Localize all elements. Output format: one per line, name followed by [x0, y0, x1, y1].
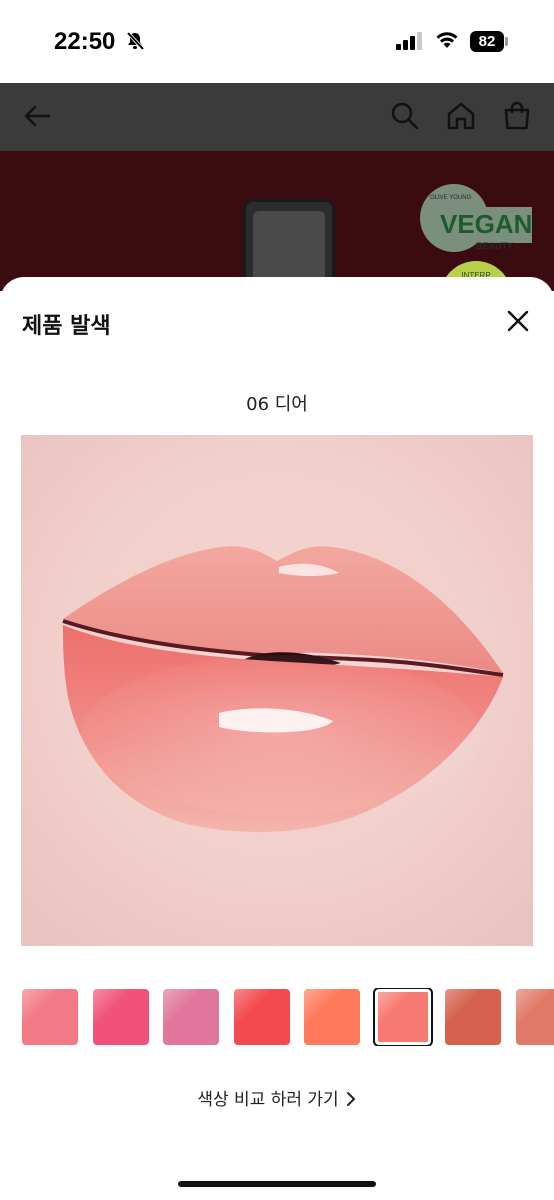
home-indicator [178, 1181, 376, 1187]
color-swatch[interactable] [304, 989, 360, 1045]
back-arrow-icon[interactable] [22, 101, 52, 131]
product-banner: VEGAN BEAUTY OLIVE YOUNG INTERP [0, 151, 554, 291]
swatch-shine [445, 989, 501, 1045]
wifi-icon [436, 32, 458, 48]
swatch-shine [304, 989, 360, 1045]
shade-name: 06 디어 [246, 394, 308, 415]
color-swatch[interactable] [22, 989, 78, 1045]
color-swatch[interactable] [92, 989, 149, 1045]
status-bar: 22:50 82 [0, 0, 554, 83]
close-icon[interactable] [500, 303, 536, 339]
compare-link-label: 색상 비교 하러 가기 [197, 1090, 339, 1110]
battery-indicator: 82 [470, 31, 504, 52]
bell-slash-icon [126, 31, 145, 51]
swatch-shine [163, 989, 219, 1045]
app-header [0, 83, 554, 151]
swatch-shine [233, 989, 290, 1045]
lip-swatch-image [21, 435, 533, 946]
sheet-title: 제품 발색 [22, 314, 111, 339]
vegan-badge-icon: VEGAN BEAUTY OLIVE YOUNG [420, 184, 532, 252]
svg-text:BEAUTY: BEAUTY [476, 241, 513, 251]
home-icon[interactable] [446, 101, 476, 131]
search-icon[interactable] [390, 101, 420, 131]
color-swatch[interactable] [515, 989, 554, 1045]
signal-icon [396, 32, 422, 50]
svg-text:VEGAN: VEGAN [440, 209, 532, 239]
svg-text:OLIVE YOUNG: OLIVE YOUNG [430, 195, 472, 201]
swatch-shine [22, 989, 78, 1045]
status-time: 22:50 [54, 28, 116, 55]
color-swatch[interactable] [445, 989, 501, 1045]
color-swatch[interactable] [233, 989, 290, 1045]
chevron-right-icon [346, 1092, 356, 1106]
battery-tip [505, 37, 508, 46]
color-swatch[interactable] [163, 989, 219, 1045]
swatch-shine [377, 992, 428, 1042]
color-swatch[interactable] [372, 988, 433, 1046]
swatch-shine [92, 989, 149, 1045]
swatch-row [0, 988, 554, 1046]
color-sheet: 제품 발색 06 디어 색상 비교 하러 가기 [0, 277, 554, 1200]
shopping-bag-icon[interactable] [502, 101, 532, 131]
compare-colors-link[interactable]: 색상 비교 하러 가기 [0, 1085, 554, 1110]
swatch-shine [515, 989, 554, 1045]
